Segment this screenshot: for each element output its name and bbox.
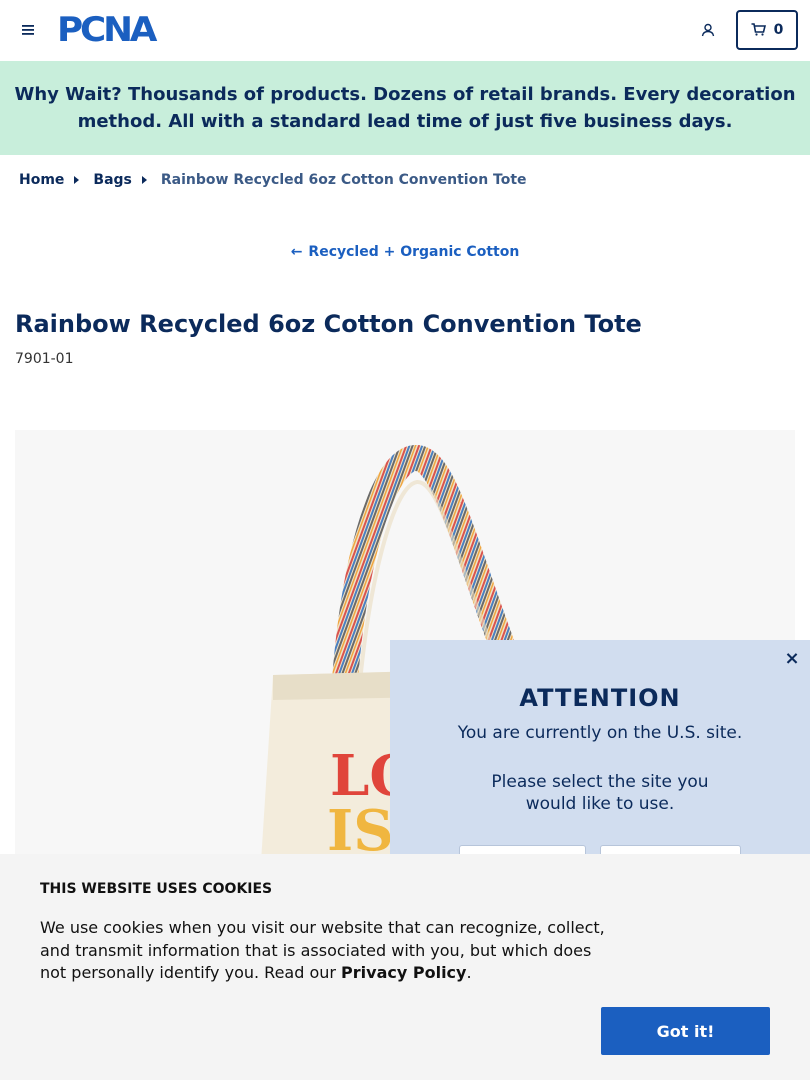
cart-count: 0	[773, 22, 784, 38]
cookie-title: THIS WEBSITE USES COOKIES	[40, 881, 273, 897]
arrow-left-icon: ←	[290, 244, 303, 260]
site-header: PCNA ™ 0	[0, 0, 810, 61]
caret-right-icon	[141, 176, 147, 184]
cart-button[interactable]: 0	[736, 10, 798, 50]
logo-text: PCNA	[57, 10, 157, 50]
got-it-button[interactable]: Got it!	[601, 1007, 770, 1055]
breadcrumb: Home Bags Rainbow Recycled 6oz Cotton Co…	[19, 172, 527, 188]
breadcrumb-home[interactable]: Home	[19, 172, 64, 188]
modal-prompt-line1: Please select the site you	[491, 772, 709, 792]
modal-prompt-line2: would like to use.	[525, 794, 675, 814]
pcna-logo[interactable]: PCNA ™	[57, 10, 158, 50]
product-title: Rainbow Recycled 6oz Cotton Convention T…	[15, 310, 642, 338]
modal-current-site: You are currently on the U.S. site.	[457, 723, 743, 743]
privacy-policy-link[interactable]: Privacy Policy	[341, 963, 466, 982]
menu-icon[interactable]	[18, 20, 38, 40]
category-link-label: Recycled + Organic Cotton	[308, 244, 520, 260]
region-modal: × ATTENTION You are currently on the U.S…	[390, 640, 810, 885]
close-icon[interactable]: ×	[782, 648, 802, 669]
cookie-end: .	[466, 963, 472, 982]
cookie-body: We use cookies when you visit our websit…	[40, 918, 605, 982]
product-sku: 7901-01	[15, 351, 74, 367]
cart-icon	[751, 21, 766, 40]
breadcrumb-current: Rainbow Recycled 6oz Cotton Convention T…	[160, 172, 527, 188]
cookie-banner: THIS WEBSITE USES COOKIES We use cookies…	[0, 854, 810, 1080]
breadcrumb-bags[interactable]: Bags	[93, 172, 131, 188]
cookie-text: We use cookies when you visit our websit…	[40, 917, 610, 985]
account-icon[interactable]	[698, 20, 718, 40]
promo-banner: Why Wait? Thousands of products. Dozens …	[0, 61, 810, 155]
promo-lead: Why Wait?	[14, 84, 122, 105]
promo-body: Thousands of products. Dozens of retail …	[77, 84, 796, 132]
caret-right-icon	[74, 176, 80, 184]
category-back-link[interactable]: ← Recycled + Organic Cotton	[0, 244, 810, 260]
modal-heading: ATTENTION	[519, 684, 681, 712]
promo-text: Why Wait? Thousands of products. Dozens …	[12, 81, 798, 135]
